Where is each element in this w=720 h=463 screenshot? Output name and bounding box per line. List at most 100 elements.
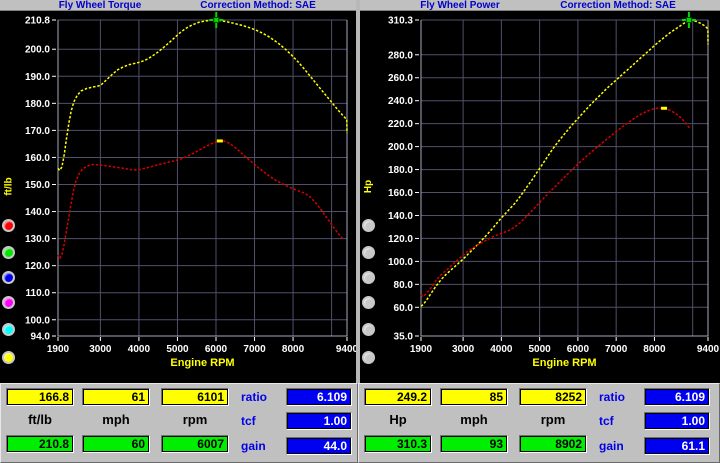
x-tick-label: 1900: [47, 344, 70, 355]
y-tick-label: 35.0: [394, 332, 414, 343]
torque-panel-header: Fly Wheel Torque Correction Method: SAE: [0, 0, 356, 11]
y-tick-label: 190.0: [25, 72, 50, 83]
torque-panel-title: Fly Wheel Torque: [30, 0, 170, 11]
y-tick-label: 180.0: [388, 165, 413, 176]
speed-unit-label: mph: [82, 411, 150, 428]
readouts-row: 166.8 61 6101 ft/lb mph rpm 210.8 60 600…: [0, 383, 720, 463]
gain-field[interactable]: 61.1: [644, 437, 710, 455]
rpm-run1-value-box: 8252: [519, 388, 587, 406]
y-tick-label: 160.0: [388, 188, 413, 199]
reference-run-marker: [217, 139, 223, 142]
x-tick-label: 5000: [166, 344, 189, 355]
torque-readout-panel: 166.8 61 6101 ft/lb mph rpm 210.8 60 600…: [0, 383, 358, 463]
torque-correction-method-label: Correction Method: SAE: [183, 0, 333, 11]
run-select-button-3[interactable]: [362, 271, 375, 284]
reference-run-marker: [661, 107, 667, 110]
x-tick-label: 3000: [452, 344, 475, 355]
power-run-buttons: [362, 208, 380, 368]
gain-field[interactable]: 44.0: [286, 437, 352, 455]
run-select-button-3[interactable]: [2, 271, 15, 284]
y-tick-label: 120.0: [388, 234, 413, 245]
torque-run1-value-box: 166.8: [6, 388, 74, 406]
power-panel-title: Fly Wheel Power: [390, 0, 530, 11]
gain-label: gain: [241, 439, 283, 453]
y-tick-label: 60.0: [394, 303, 414, 314]
speed-run1-value-box: 85: [440, 388, 508, 406]
x-tick-label: 4000: [128, 344, 151, 355]
ratio-field[interactable]: 6.109: [286, 388, 352, 406]
run-select-button-4[interactable]: [2, 296, 15, 309]
power-chart-panel: Fly Wheel Power Correction Method: SAE 3…: [360, 0, 720, 383]
y-tick-label: 170.0: [25, 126, 50, 137]
charts-row: Fly Wheel Torque Correction Method: SAE …: [0, 0, 720, 383]
y-tick-label: 310.3: [388, 16, 413, 27]
y-tick-label: 260.0: [388, 73, 413, 84]
y-tick-label: 220.0: [388, 119, 413, 130]
power-readout-panel: 249.2 85 8252 Hp mph rpm 310.3 93 8902 r…: [358, 383, 720, 463]
run-select-button-2[interactable]: [2, 246, 15, 259]
y-tick-label: 240.0: [388, 96, 413, 107]
torque-chart-area[interactable]: 210.8200.0190.0180.0170.0160.0150.0140.0…: [0, 11, 356, 383]
power-chart-area[interactable]: 310.3 280.0 260.0 240.0 220.0 200.0 180.0 160.0…: [360, 11, 720, 383]
run-select-button-2[interactable]: [362, 246, 375, 259]
rpm-unit-label: rpm: [519, 411, 587, 428]
x-tick-label: 1900: [410, 344, 433, 355]
y-tick-label: 210.8: [25, 16, 50, 27]
run-select-button-6[interactable]: [362, 351, 375, 364]
speed-run2-value-box: 60: [82, 435, 150, 453]
ratio-label: ratio: [599, 390, 641, 404]
run-select-button-1[interactable]: [362, 219, 375, 232]
y-tick-label: 100.0: [388, 257, 413, 268]
y-tick-label: 80.0: [394, 280, 414, 291]
x-tick-label: 8000: [643, 344, 666, 355]
x-tick-label: 9400: [336, 344, 356, 355]
rpm-run2-value-box: 6007: [161, 435, 229, 453]
x-tick-label: 9400: [697, 344, 720, 355]
tcf-label: tcf: [241, 414, 283, 428]
x-tick-label: 8000: [282, 344, 305, 355]
tcf-field[interactable]: 1.00: [286, 412, 352, 430]
y-tick-label: 200.0: [388, 142, 413, 153]
power-chart-svg[interactable]: 310.3 280.0 260.0 240.0 220.0 200.0 180.0 160.0…: [360, 11, 720, 383]
power-run1-value-box: 249.2: [364, 388, 432, 406]
run-select-button-4[interactable]: [362, 296, 375, 309]
speed-run2-value-box: 93: [440, 435, 508, 453]
x-tick-label: 6000: [205, 344, 228, 355]
run-select-button-5[interactable]: [362, 323, 375, 336]
power-correction-method-label: Correction Method: SAE: [543, 0, 693, 11]
y-tick-label: 140.0: [25, 207, 50, 218]
x-tick-label: 5000: [529, 344, 552, 355]
y-tick-label: 94.0: [31, 332, 51, 343]
x-axis-title: Engine RPM: [170, 357, 234, 369]
torque-chart-panel: Fly Wheel Torque Correction Method: SAE …: [0, 0, 356, 383]
y-tick-label: 160.0: [25, 153, 50, 164]
y-tick-label: 280.0: [388, 50, 413, 61]
run-select-button-5[interactable]: [2, 323, 15, 336]
rpm-run1-value-box: 6101: [161, 388, 229, 406]
x-tick-label: 4000: [490, 344, 513, 355]
y-tick-label: 120.0: [25, 261, 50, 272]
cursor-crosshair[interactable]: [686, 18, 691, 23]
power-unit-label: Hp: [364, 411, 432, 428]
cursor-crosshair[interactable]: [214, 18, 219, 23]
rpm-unit-label: rpm: [161, 411, 229, 428]
run-select-button-1[interactable]: [2, 219, 15, 232]
ratio-label: ratio: [241, 390, 283, 404]
torque-unit-label: ft/lb: [6, 411, 74, 428]
gain-label: gain: [599, 439, 641, 453]
x-axis-title: Engine RPM: [532, 357, 596, 369]
tcf-field[interactable]: 1.00: [644, 412, 710, 430]
current-run-power-trace: [421, 20, 708, 306]
x-tick-label: 6000: [567, 344, 590, 355]
reference-run-power-trace: [421, 108, 690, 297]
y-tick-label: 140.0: [388, 211, 413, 222]
rpm-run2-value-box: 8902: [519, 435, 587, 453]
dyno-software-window: Fly Wheel Torque Correction Method: SAE …: [0, 0, 720, 463]
run-select-button-6[interactable]: [2, 351, 15, 364]
torque-run-buttons: [2, 208, 20, 368]
torque-chart-svg[interactable]: 210.8200.0190.0180.0170.0160.0150.0140.0…: [0, 11, 356, 383]
x-tick-label: 7000: [605, 344, 628, 355]
current-run-torque-trace: [58, 20, 347, 170]
ratio-field[interactable]: 6.109: [644, 388, 710, 406]
y-tick-label: 180.0: [25, 99, 50, 110]
